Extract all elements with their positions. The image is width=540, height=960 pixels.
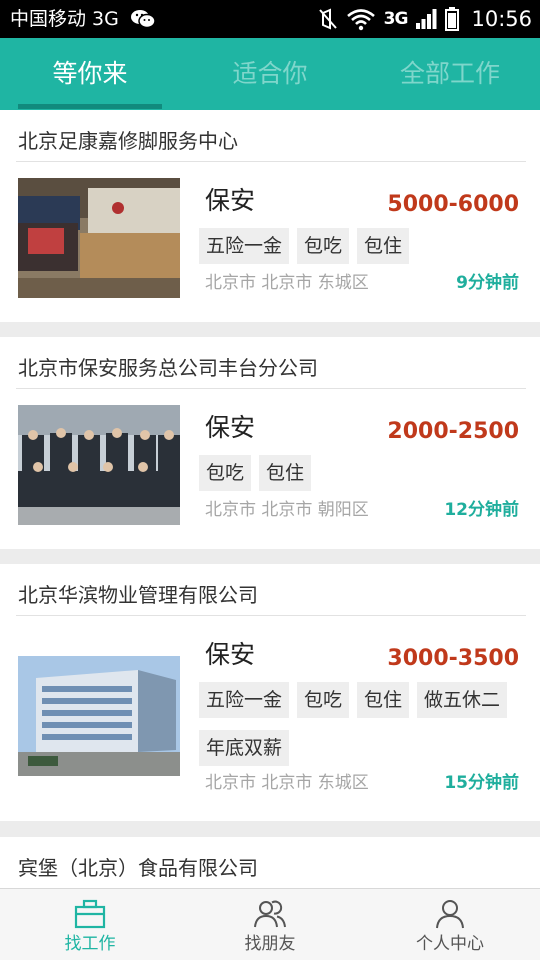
category-tab-bar: 等你来 适合你 全部工作: [0, 38, 540, 110]
benefit-tags: 五险一金 包吃 包住: [199, 228, 519, 264]
nav-find-friends[interactable]: 找朋友: [180, 889, 360, 960]
signal-icon: [416, 9, 437, 29]
nav-find-job[interactable]: 找工作: [0, 889, 180, 960]
posted-time: 12分钟前: [444, 500, 519, 520]
divider: [16, 388, 526, 389]
job-location: 北京市 北京市 东城区: [205, 773, 369, 793]
benefit-tag: 年底双薪: [199, 730, 290, 766]
job-card[interactable]: 宾堡（北京）食品有限公司: [0, 837, 540, 888]
job-title: 保安: [205, 640, 256, 669]
wifi-icon: [346, 9, 375, 31]
person-icon: [436, 900, 464, 929]
active-tab-indicator: [18, 104, 162, 109]
friends-icon: [254, 900, 286, 928]
nav-personal-center[interactable]: 个人中心: [360, 889, 540, 960]
job-title: 保安: [205, 413, 256, 442]
salary-range: 3000-3500: [387, 646, 519, 671]
job-card[interactable]: 北京市保安服务总公司丰台分公司 保安 2000-2500 包吃 包住 北京市 北…: [0, 337, 540, 549]
posted-time: 9分钟前: [456, 273, 519, 293]
job-title: 保安: [205, 186, 256, 215]
job-thumbnail: [18, 656, 180, 776]
network-type: 3G: [383, 9, 409, 29]
benefit-tag: 包吃: [199, 455, 252, 491]
nav-label: 找工作: [64, 934, 116, 954]
salary-range: 5000-6000: [387, 192, 519, 217]
briefcase-icon: [74, 899, 106, 929]
tab-waiting-for-you[interactable]: 等你来: [18, 38, 162, 110]
bottom-navigation: 找工作 找朋友 个人中心: [0, 888, 540, 960]
benefit-tag: 包住: [357, 682, 410, 718]
benefit-tag: 做五休二: [417, 682, 508, 718]
job-location: 北京市 北京市 东城区: [205, 273, 369, 293]
company-name: 北京华滨物业管理有限公司: [18, 583, 258, 607]
benefit-tag: 包住: [357, 228, 410, 264]
benefit-tag: 五险一金: [199, 228, 290, 264]
guards-group-image: [18, 405, 180, 525]
divider: [16, 615, 526, 616]
status-bar: 中国移动 3G 3G 10:56: [0, 0, 540, 38]
job-thumbnail: [18, 178, 180, 298]
salary-range: 2000-2500: [387, 419, 519, 444]
wechat-icon: [131, 10, 156, 29]
benefit-tag: 包吃: [297, 682, 350, 718]
job-list[interactable]: 北京足康嘉修脚服务中心 保安 5000-6000 五险一金 包吃 包住 北京市 …: [0, 110, 540, 888]
company-name: 北京足康嘉修脚服务中心: [18, 129, 238, 153]
battery-icon: [445, 7, 460, 31]
clock: 10:56: [471, 7, 532, 31]
benefit-tag: 包吃: [297, 228, 350, 264]
nav-label: 个人中心: [416, 934, 484, 954]
status-icons: 3G 10:56: [318, 5, 532, 33]
job-card[interactable]: 北京华滨物业管理有限公司 保安 3000-3500 五险一金 包吃 包住 做五休…: [0, 564, 540, 821]
benefit-tags: 五险一金 包吃 包住 做五休二 年底双薪: [199, 682, 519, 766]
tab-all-jobs[interactable]: 全部工作: [378, 38, 522, 110]
divider: [16, 161, 526, 162]
carrier-label: 中国移动 3G: [10, 8, 119, 30]
mute-icon: [318, 8, 337, 30]
benefit-tags: 包吃 包住: [199, 455, 519, 491]
office-building-image: [18, 656, 180, 776]
benefit-tag: 包住: [259, 455, 312, 491]
job-card[interactable]: 北京足康嘉修脚服务中心 保安 5000-6000 五险一金 包吃 包住 北京市 …: [0, 110, 540, 322]
company-name: 宾堡（北京）食品有限公司: [18, 856, 258, 880]
company-name: 北京市保安服务总公司丰台分公司: [18, 356, 318, 380]
nav-label: 找朋友: [244, 934, 296, 954]
tab-suitable-for-you[interactable]: 适合你: [198, 38, 342, 110]
job-thumbnail: [18, 405, 180, 525]
benefit-tag: 五险一金: [199, 682, 290, 718]
job-location: 北京市 北京市 朝阳区: [205, 500, 369, 520]
posted-time: 15分钟前: [444, 773, 519, 793]
storefront-image: [18, 178, 180, 298]
